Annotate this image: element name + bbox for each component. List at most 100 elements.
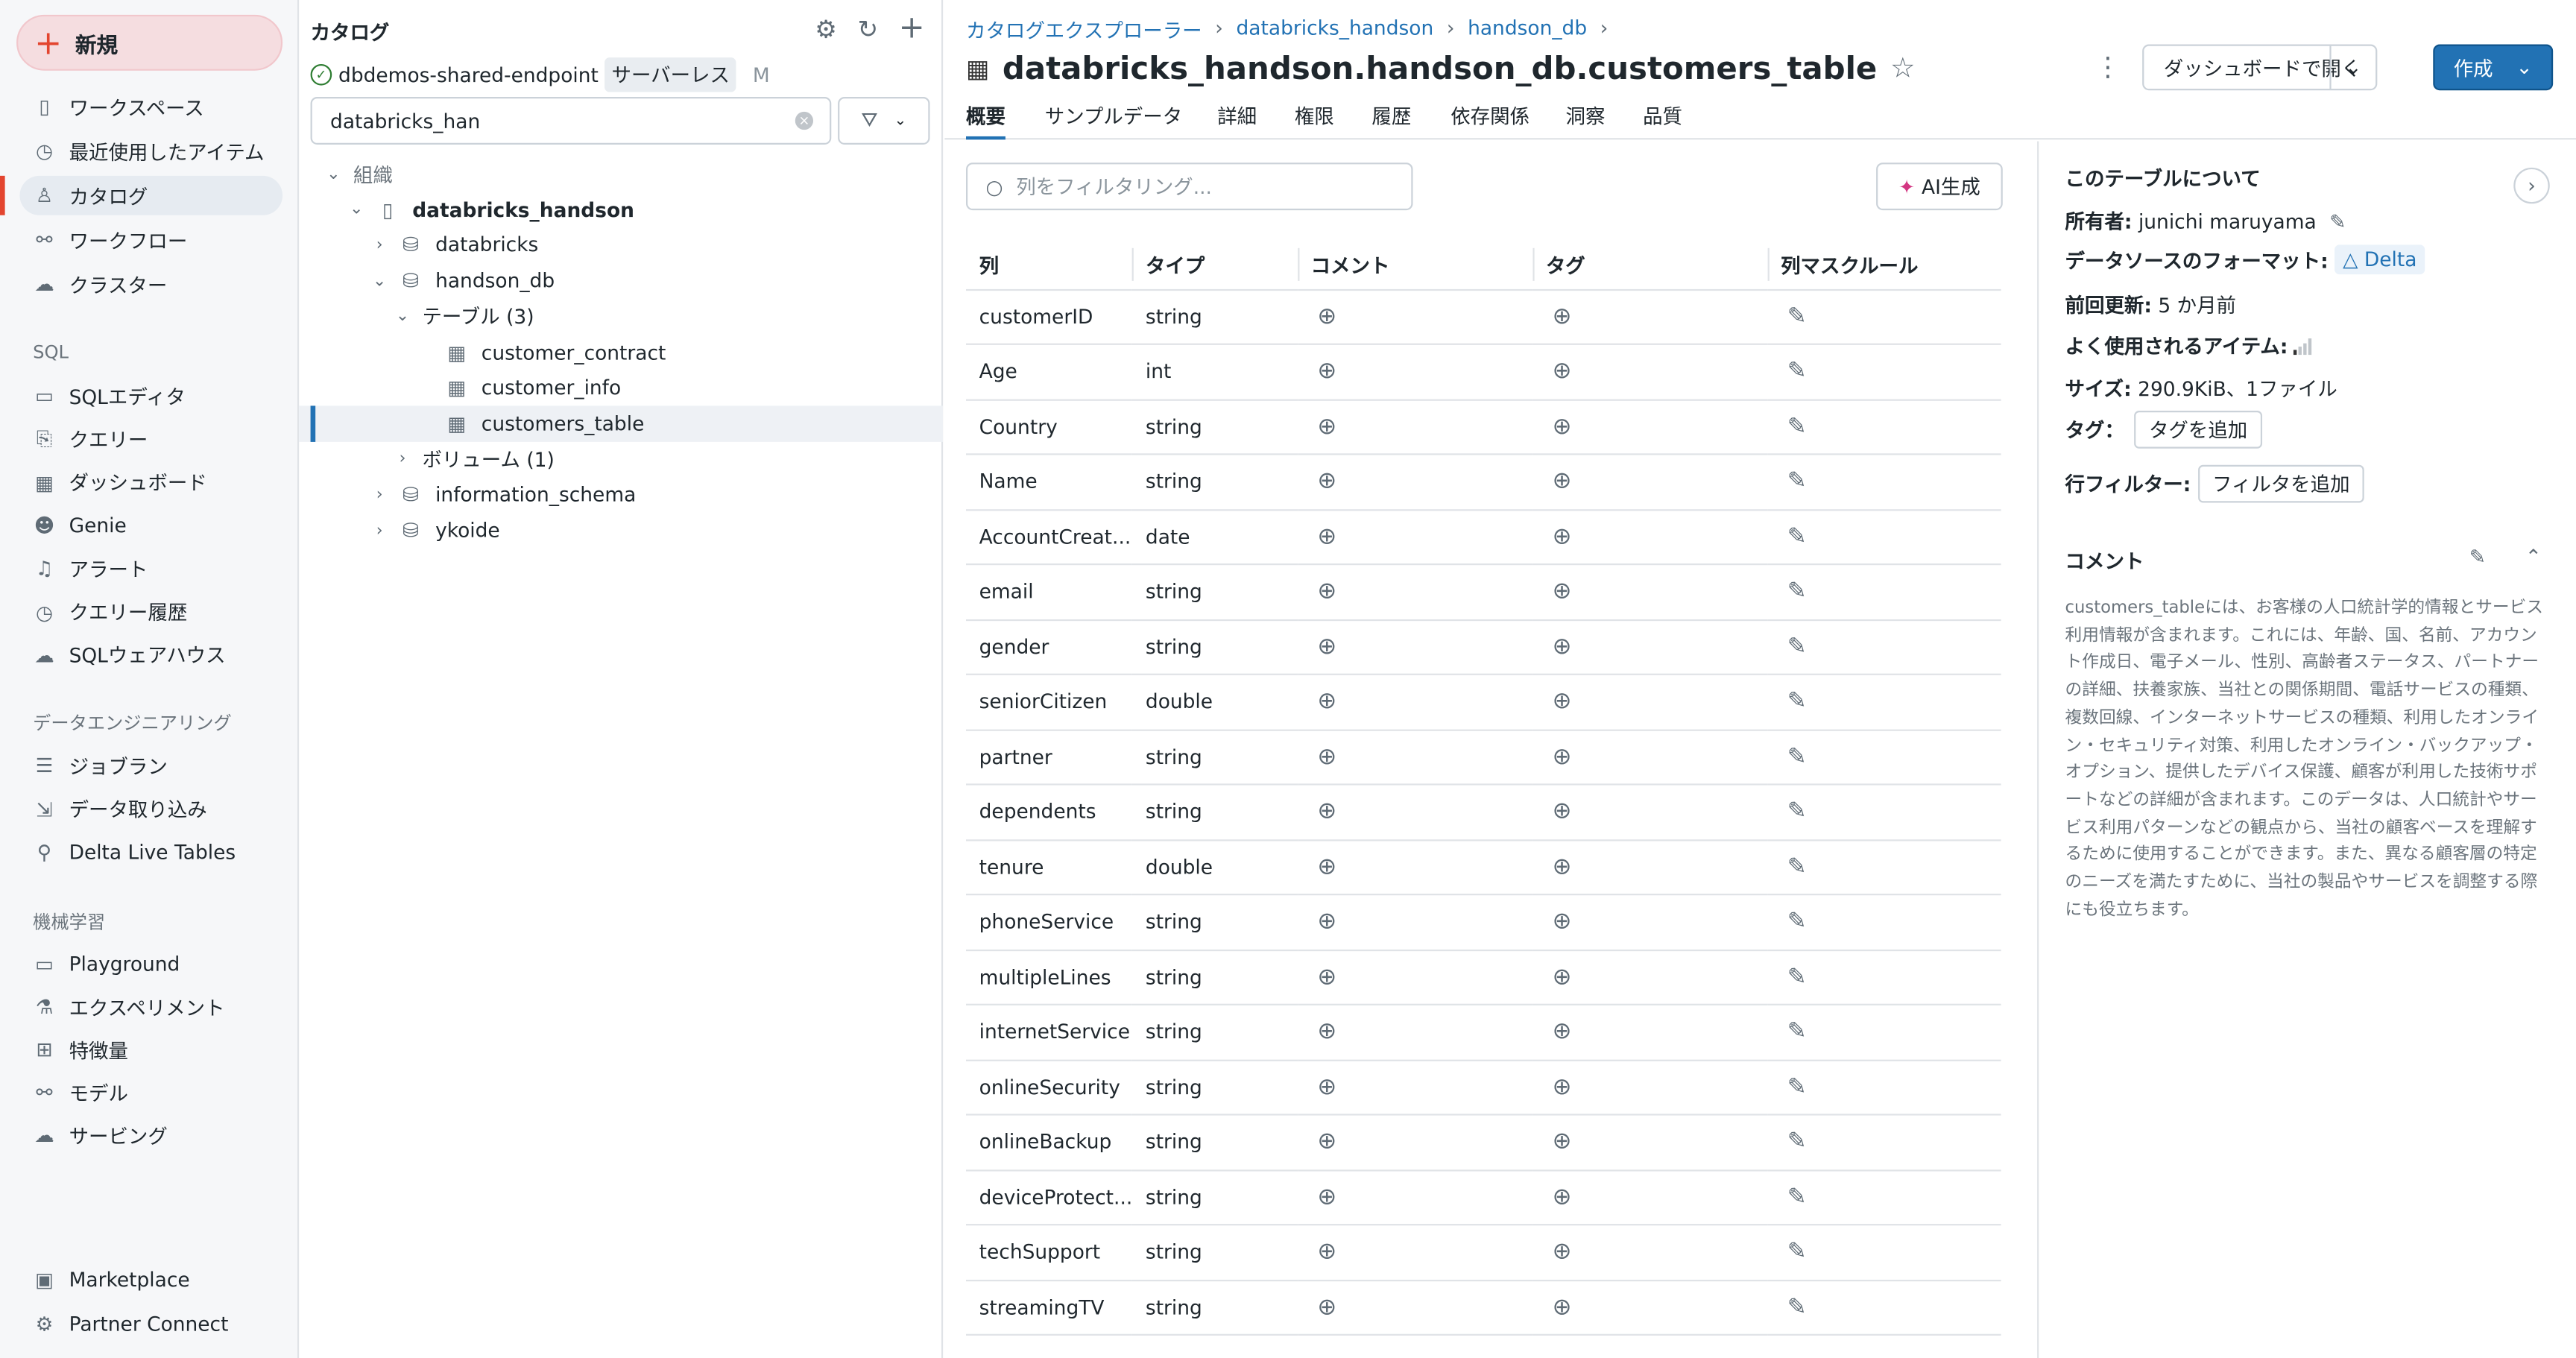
breadcrumb-link[interactable]: カタログエクスプローラー <box>966 16 1202 44</box>
tree-item[interactable]: ⌄ 組織 <box>299 156 943 192</box>
add-comment-icon[interactable]: ⊕ <box>1317 1239 1336 1265</box>
sidebar-item[interactable]: ⚲ Delta Live Tables <box>19 833 282 872</box>
pencil-icon[interactable]: ✎ <box>1787 1019 1807 1045</box>
pencil-icon[interactable]: ✎ <box>1787 1184 1807 1210</box>
chevron-right-icon[interactable]: › <box>370 522 389 540</box>
add-comment-icon[interactable]: ⊕ <box>1317 414 1336 440</box>
add-tag-icon[interactable]: ⊕ <box>1553 689 1572 715</box>
add-comment-icon[interactable]: ⊕ <box>1317 744 1336 770</box>
tree-item[interactable]: › ⛁ information_schema <box>299 477 943 513</box>
pencil-icon[interactable]: ✎ <box>1787 854 1807 880</box>
new-button[interactable]: + 新規 <box>16 14 283 71</box>
tab[interactable]: 依存関係 <box>1450 102 1530 130</box>
sidebar-item[interactable]: ◷ クエリー履歴 <box>19 593 282 632</box>
refresh-icon[interactable]: ↻ <box>858 15 879 45</box>
sidebar-item[interactable]: ⇲ データ取り込み <box>19 789 282 829</box>
add-filter-button[interactable]: フィルタを追加 <box>2197 464 2365 503</box>
add-comment-icon[interactable]: ⊕ <box>1317 303 1336 329</box>
pencil-icon[interactable]: ✎ <box>1787 1239 1807 1265</box>
pencil-icon[interactable]: ✎ <box>1787 414 1807 440</box>
tree-item[interactable]: › ⛁ databricks <box>299 227 943 263</box>
endpoint-selector[interactable]: ✓ dbdemos-shared-endpoint サーバーレス M <box>310 57 770 92</box>
tree-item[interactable]: ⌄ テーブル (3) <box>299 299 943 335</box>
chevron-right-icon[interactable]: › <box>370 236 389 254</box>
sidebar-item[interactable]: ♙ カタログ <box>19 175 283 215</box>
kebab-menu-icon[interactable]: ⋮ <box>2094 51 2121 82</box>
add-tag-icon[interactable]: ⊕ <box>1553 964 1572 990</box>
sidebar-item[interactable]: ☻ Genie <box>19 506 282 546</box>
add-comment-icon[interactable]: ⊕ <box>1317 689 1336 715</box>
clear-icon[interactable]: × <box>795 111 814 130</box>
create-button[interactable]: 作成 ⌄ <box>2433 44 2554 91</box>
pencil-icon[interactable]: ✎ <box>1787 578 1807 604</box>
tree-item[interactable]: ▦ customer_contract <box>299 335 943 370</box>
pencil-icon[interactable]: ✎ <box>1787 744 1807 770</box>
sidebar-item[interactable]: ☰ ジョブラン <box>19 746 282 786</box>
add-tag-icon[interactable]: ⊕ <box>1553 634 1572 660</box>
pencil-icon[interactable]: ✎ <box>2469 546 2486 569</box>
add-comment-icon[interactable]: ⊕ <box>1317 909 1336 935</box>
chevron-down-icon[interactable]: ⌄ <box>393 308 412 326</box>
star-icon[interactable]: ☆ <box>1890 53 1916 86</box>
add-tag-icon[interactable]: ⊕ <box>1553 1019 1572 1045</box>
tab[interactable]: 洞察 <box>1566 102 1606 130</box>
breadcrumb-link[interactable]: databricks_handson <box>1237 16 1434 44</box>
tab[interactable]: 履歴 <box>1371 102 1411 130</box>
pencil-icon[interactable]: ✎ <box>1787 799 1807 825</box>
chevron-down-icon[interactable]: ⌄ <box>2329 45 2375 89</box>
tab[interactable]: 品質 <box>1643 102 1682 130</box>
sidebar-item[interactable]: ☁ サービング <box>19 1116 282 1155</box>
sidebar-item[interactable]: ⎘ クエリー <box>19 420 282 459</box>
pencil-icon[interactable]: ✎ <box>1787 469 1807 495</box>
add-tag-icon[interactable]: ⊕ <box>1553 1239 1572 1265</box>
add-comment-icon[interactable]: ⊕ <box>1317 524 1336 550</box>
add-comment-icon[interactable]: ⊕ <box>1317 578 1336 604</box>
pencil-icon[interactable]: ✎ <box>1787 303 1807 329</box>
pencil-icon[interactable]: ✎ <box>1787 1294 1807 1320</box>
add-icon[interactable]: + <box>899 10 925 45</box>
tree-item[interactable]: ▦ customer_info <box>299 370 943 405</box>
add-comment-icon[interactable]: ⊕ <box>1317 964 1336 990</box>
pencil-icon[interactable]: ✎ <box>1787 964 1807 990</box>
breadcrumb-link[interactable]: handson_db <box>1468 16 1587 44</box>
add-comment-icon[interactable]: ⊕ <box>1317 1294 1336 1320</box>
add-tag-icon[interactable]: ⊕ <box>1553 359 1572 385</box>
sidebar-item[interactable]: ♫ アラート <box>19 549 282 589</box>
sidebar-item[interactable]: ☁ クラスター <box>19 265 282 304</box>
pencil-icon[interactable]: ✎ <box>1787 524 1807 550</box>
pencil-icon[interactable]: ✎ <box>1787 689 1807 715</box>
tree-item[interactable]: ▦ customers_table <box>299 405 944 442</box>
add-tag-icon[interactable]: ⊕ <box>1553 1074 1572 1100</box>
chevron-up-icon[interactable]: ⌃ <box>2525 546 2542 569</box>
chevron-down-icon[interactable]: ⌄ <box>370 272 389 290</box>
chevron-right-icon[interactable]: › <box>370 486 389 504</box>
add-comment-icon[interactable]: ⊕ <box>1317 1019 1336 1045</box>
column-filter-input[interactable]: ○ 列をフィルタリング... <box>966 162 1413 211</box>
add-comment-icon[interactable]: ⊕ <box>1317 1129 1336 1155</box>
pencil-icon[interactable]: ✎ <box>1787 909 1807 935</box>
tree-item[interactable]: ⌄ ▯ databricks_handson <box>299 192 943 227</box>
sidebar-item[interactable]: ⚗ エクスペリメント <box>19 988 282 1027</box>
tab[interactable]: 概要 <box>966 102 1006 140</box>
add-tag-icon[interactable]: ⊕ <box>1553 799 1572 825</box>
catalog-search-input[interactable]: databricks_han × <box>310 97 832 145</box>
tab[interactable]: サンプルデータ <box>1045 102 1182 130</box>
sidebar-item[interactable]: ▦ ダッシュボード <box>19 463 282 502</box>
add-tag-icon[interactable]: ⊕ <box>1553 854 1572 880</box>
ai-generate-button[interactable]: ✦ AI生成 <box>1876 162 2003 211</box>
filter-button[interactable]: ⛛ ⌄ <box>838 97 930 145</box>
sidebar-item[interactable]: ▯ ワークスペース <box>19 87 282 127</box>
add-comment-icon[interactable]: ⊕ <box>1317 799 1336 825</box>
add-comment-icon[interactable]: ⊕ <box>1317 359 1336 385</box>
add-comment-icon[interactable]: ⊕ <box>1317 634 1336 660</box>
tab[interactable]: 詳細 <box>1217 102 1257 130</box>
sidebar-item[interactable]: ⊞ 特徴量 <box>19 1030 282 1070</box>
sidebar-item[interactable]: ▣ Marketplace <box>19 1260 282 1300</box>
add-tag-icon[interactable]: ⊕ <box>1553 744 1572 770</box>
pencil-icon[interactable]: ✎ <box>1787 634 1807 660</box>
sidebar-item[interactable]: ▭ SQLエディタ <box>19 376 282 416</box>
add-tag-icon[interactable]: ⊕ <box>1553 1184 1572 1210</box>
add-comment-icon[interactable]: ⊕ <box>1317 854 1336 880</box>
add-tag-icon[interactable]: ⊕ <box>1553 578 1572 604</box>
sidebar-item[interactable]: ☁ SQLウェアハウス <box>19 636 282 675</box>
